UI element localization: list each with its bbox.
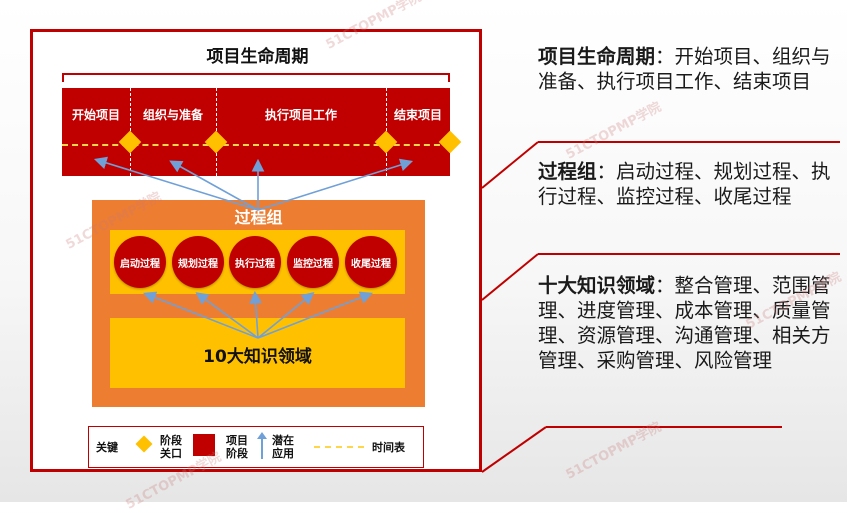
description-process-groups: 过程组：启动过程、规划过程、执行过程、监控过程、收尾过程 — [538, 159, 843, 209]
description-lifecycle: 项目生命周期：开始项目、组织与准备、执行项目工作、结束项目 — [538, 44, 843, 94]
description-term: 项目生命周期 — [538, 45, 656, 68]
description-term: 十大知识领域 — [538, 274, 656, 297]
description-term: 过程组 — [538, 160, 597, 183]
